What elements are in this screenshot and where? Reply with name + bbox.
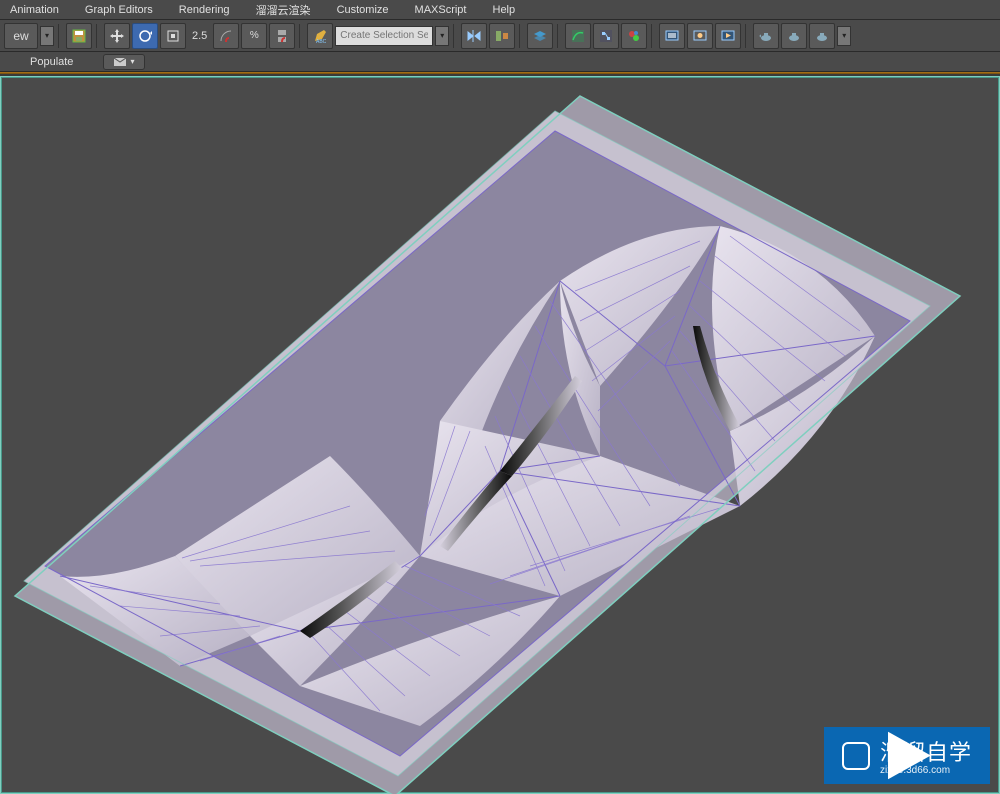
ribbon-separator bbox=[0, 72, 1000, 74]
percent-snap-button[interactable]: % bbox=[241, 23, 267, 49]
save-icon bbox=[71, 28, 87, 44]
render-dropdown-caret[interactable]: ▾ bbox=[837, 26, 851, 46]
teapot-quick-icon bbox=[814, 28, 830, 44]
angle-snap-icon bbox=[218, 28, 234, 44]
model-mesh bbox=[0, 76, 1000, 794]
mirror-button[interactable] bbox=[461, 23, 487, 49]
separator bbox=[557, 24, 561, 48]
teapot-preview-icon bbox=[786, 28, 802, 44]
layer-button[interactable] bbox=[527, 23, 553, 49]
separator bbox=[651, 24, 655, 48]
menu-graph-editors[interactable]: Graph Editors bbox=[79, 2, 159, 18]
separator bbox=[453, 24, 457, 48]
render-button[interactable] bbox=[715, 23, 741, 49]
view-dropdown[interactable]: ew bbox=[4, 23, 38, 49]
populate-label[interactable]: Populate bbox=[30, 56, 73, 68]
menu-help[interactable]: Help bbox=[487, 2, 522, 18]
schematic-view-button[interactable] bbox=[593, 23, 619, 49]
svg-text:ABC: ABC bbox=[316, 39, 327, 44]
percent-snap-icon: % bbox=[250, 30, 259, 41]
save-button[interactable] bbox=[66, 23, 92, 49]
watermark-subtitle: zixue.3d66.com bbox=[880, 765, 972, 776]
menu-bar: Animation Graph Editors Rendering 溜溜云渲染 … bbox=[0, 0, 1000, 20]
menu-customize[interactable]: Customize bbox=[331, 2, 395, 18]
menu-animation[interactable]: Animation bbox=[4, 2, 65, 18]
align-button[interactable] bbox=[489, 23, 515, 49]
curve-editor-icon bbox=[570, 28, 586, 44]
menu-cloud-render[interactable]: 溜溜云渲染 bbox=[250, 0, 317, 20]
perspective-viewport[interactable]: 溜溜自学 zixue.3d66.com bbox=[0, 76, 1000, 794]
spinner-value: 2.5 bbox=[188, 30, 211, 42]
curve-editor-button[interactable] bbox=[565, 23, 591, 49]
scale-button[interactable] bbox=[160, 23, 186, 49]
watermark-badge: 溜溜自学 zixue.3d66.com bbox=[824, 727, 990, 784]
selection-set-dropdown[interactable]: ▾ bbox=[435, 26, 449, 46]
envelope-icon bbox=[114, 58, 126, 66]
schematic-view-icon bbox=[598, 28, 614, 44]
align-icon bbox=[494, 28, 510, 44]
angle-snap-button[interactable] bbox=[213, 23, 239, 49]
separator bbox=[745, 24, 749, 48]
rotate-button[interactable] bbox=[132, 23, 158, 49]
rotate-icon bbox=[137, 28, 153, 44]
teapot-quick-button[interactable] bbox=[809, 23, 835, 49]
render-frame-button[interactable] bbox=[687, 23, 713, 49]
separator bbox=[299, 24, 303, 48]
move-icon bbox=[109, 28, 125, 44]
spinner-snap-icon bbox=[274, 28, 290, 44]
scale-icon bbox=[165, 28, 181, 44]
move-button[interactable] bbox=[104, 23, 130, 49]
material-editor-button[interactable] bbox=[621, 23, 647, 49]
render-setup-button[interactable] bbox=[659, 23, 685, 49]
material-editor-icon bbox=[626, 28, 642, 44]
separator bbox=[519, 24, 523, 48]
teapot-preview-button[interactable] bbox=[781, 23, 807, 49]
spinner-snap-button[interactable] bbox=[269, 23, 295, 49]
main-toolbar: ew ▾ 2.5 % ABC ▾ bbox=[0, 20, 1000, 52]
chevron-down-icon: ▾ bbox=[130, 57, 134, 66]
menu-maxscript[interactable]: MAXScript bbox=[409, 2, 473, 18]
render-setup-icon bbox=[664, 28, 680, 44]
edit-snap-icon: ABC bbox=[312, 28, 328, 44]
separator bbox=[96, 24, 100, 48]
sub-toolbar: Populate ▾ bbox=[0, 52, 1000, 72]
edit-named-selection-button[interactable]: ABC bbox=[307, 23, 333, 49]
populate-dropdown[interactable]: ▾ bbox=[103, 54, 145, 70]
teapot-render-button[interactable] bbox=[753, 23, 779, 49]
layer-icon bbox=[532, 28, 548, 44]
menu-rendering[interactable]: Rendering bbox=[173, 2, 236, 18]
teapot-render-icon bbox=[758, 28, 774, 44]
mirror-icon bbox=[466, 28, 482, 44]
separator bbox=[58, 24, 62, 48]
play-icon bbox=[842, 742, 870, 770]
selection-set-input[interactable] bbox=[335, 26, 433, 46]
render-icon bbox=[720, 28, 736, 44]
view-dropdown-caret[interactable]: ▾ bbox=[40, 26, 54, 46]
render-frame-icon bbox=[692, 28, 708, 44]
